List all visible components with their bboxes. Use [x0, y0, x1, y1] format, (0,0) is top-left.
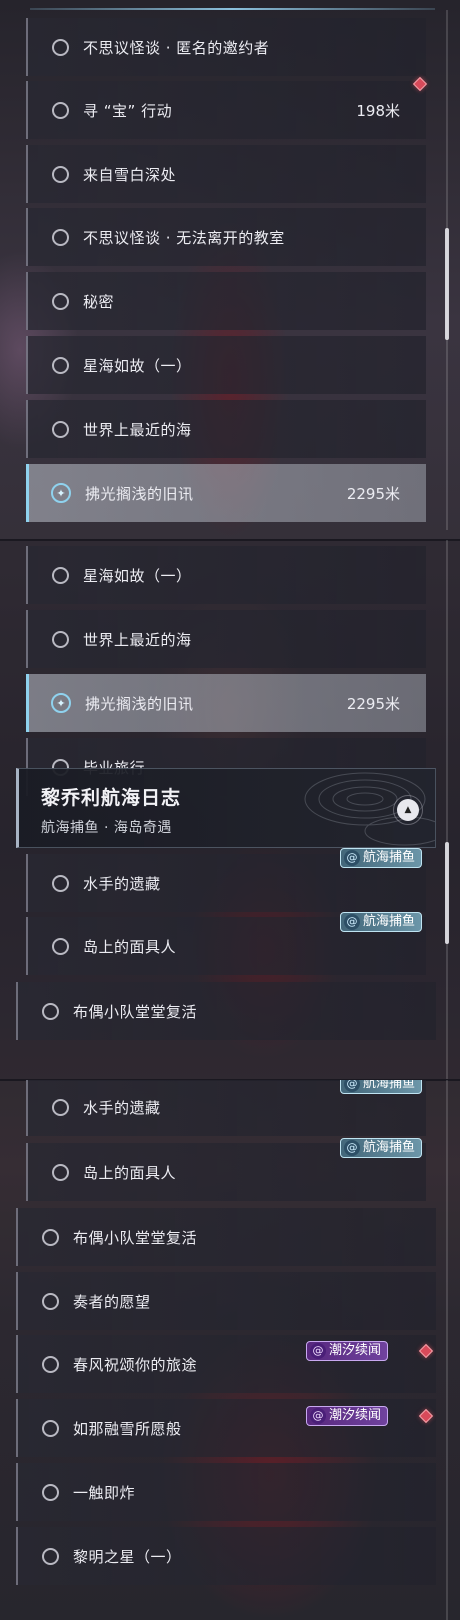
quest-label: 黎明之星（一）: [73, 1547, 182, 1566]
quest-item-old-news-selected[interactable]: ✦ 拂光搁浅的旧讯 2295米: [26, 674, 426, 732]
tide-swirl-icon: @: [310, 1408, 326, 1424]
tag-label: 航海捕鱼: [363, 850, 416, 865]
quest-item-nearest-sea[interactable]: 世界上最近的海: [26, 400, 426, 458]
radio-circle-icon: [52, 101, 69, 119]
quest-item-seek-treasure[interactable]: 寻 “宝” 行动 198米: [26, 81, 426, 139]
quest-label: 布偶小队堂堂复活: [73, 1228, 198, 1247]
quest-list-view-2: 星海如故（一） 世界上最近的海 ✦ 拂光搁浅的旧讯 2295米 毕业旅行 黎乔利…: [0, 540, 460, 1080]
quest-label: 不思议怪谈 · 无法离开的教室: [83, 228, 285, 247]
quest-label: 春风祝颂你的旅途: [73, 1355, 198, 1374]
quest-label: 寻 “宝” 行动: [83, 101, 173, 120]
quest-label: 如那融雪所愿般: [73, 1419, 182, 1438]
quest-item-inescapable-classroom[interactable]: 不思议怪谈 · 无法离开的教室: [26, 208, 426, 266]
compass-star-icon: ✦: [51, 693, 71, 713]
quest-label: 拂光搁浅的旧讯: [85, 484, 194, 503]
quest-item-doll-squad[interactable]: 布偶小队堂堂复活: [16, 1208, 436, 1266]
fishing-swirl-icon: @: [344, 1080, 360, 1092]
quest-item-anonymous-inviter[interactable]: 不思议怪谈 · 匿名的邀约者: [26, 18, 426, 76]
tide-tag: @ 潮汐续闻: [306, 1341, 389, 1361]
radio-circle-icon: [52, 165, 69, 183]
radio-circle-icon: [52, 38, 69, 56]
quest-item-old-news-selected[interactable]: ✦ 拂光搁浅的旧讯 2295米: [26, 464, 426, 522]
fishing-tag: @ 航海捕鱼: [340, 912, 423, 932]
category-header-liqiaoli-log[interactable]: 黎乔利航海日志 航海捕鱼 · 海岛奇遇 ▲: [16, 768, 436, 848]
radio-circle-icon: [52, 874, 69, 892]
quest-distance: 2295米: [346, 484, 400, 503]
quest-label: 世界上最近的海: [83, 420, 192, 439]
radio-circle-icon: [52, 420, 69, 438]
radio-circle-icon: [52, 566, 69, 584]
quest-label: 布偶小队堂堂复活: [73, 1002, 198, 1021]
quest-item-secret[interactable]: 秘密: [26, 272, 426, 330]
quest-distance: 2295米: [346, 694, 400, 713]
tide-tag: @ 潮汐续闻: [306, 1406, 389, 1426]
quest-list-view-3: @ 航海捕鱼 水手的遗藏 @ 航海捕鱼 岛上的面具人 布偶小队堂堂复活 奏者的愿…: [0, 1080, 460, 1620]
compass-star-icon: ✦: [51, 483, 71, 503]
quest-item-dawn-star[interactable]: 黎明之星（一）: [16, 1527, 436, 1585]
radio-circle-icon: [42, 1292, 59, 1310]
quest-label: 岛上的面具人: [83, 1163, 177, 1182]
quest-label: 星海如故（一）: [83, 356, 192, 375]
fishing-tag: @ 航海捕鱼: [340, 1080, 423, 1094]
tag-label: 航海捕鱼: [363, 1080, 416, 1091]
radio-circle-icon: [42, 1419, 59, 1437]
quest-item-sea-of-stars[interactable]: 星海如故（一）: [26, 546, 426, 604]
radio-circle-icon: [52, 228, 69, 246]
radio-circle-icon: [52, 937, 69, 955]
tag-label: 航海捕鱼: [363, 914, 416, 929]
quest-item-doll-squad[interactable]: 布偶小队堂堂复活: [16, 982, 436, 1040]
radio-circle-icon: [52, 630, 69, 648]
quest-label: 秘密: [83, 292, 115, 311]
radio-circle-icon: [42, 1355, 59, 1373]
tag-label: 航海捕鱼: [363, 1140, 416, 1155]
quest-label: 拂光搁浅的旧讯: [85, 694, 194, 713]
quest-label: 不思议怪谈 · 匿名的邀约者: [83, 38, 270, 57]
category-title: 黎乔利航海日志: [41, 787, 182, 809]
fishing-swirl-icon: @: [344, 1140, 360, 1156]
tag-label: 潮汐续闻: [329, 1343, 382, 1358]
scrollbar-thumb[interactable]: [445, 842, 449, 944]
tide-swirl-icon: @: [310, 1343, 326, 1359]
quest-item-one-touch[interactable]: 一触即炸: [16, 1463, 436, 1521]
quest-item-nearest-sea[interactable]: 世界上最近的海: [26, 610, 426, 668]
radio-circle-icon: [52, 1163, 69, 1181]
scrollbar-track[interactable]: [446, 1080, 448, 1620]
scrollbar-thumb[interactable]: [445, 228, 449, 340]
quest-item-from-snow[interactable]: 来自雪白深处: [26, 145, 426, 203]
chevron-up-icon[interactable]: ▲: [397, 799, 419, 821]
radio-circle-icon: [42, 1228, 59, 1246]
quest-label: 星海如故（一）: [83, 566, 192, 585]
radio-circle-icon: [42, 1547, 59, 1565]
list-top-divider: [30, 8, 435, 10]
radio-circle-icon: [52, 1098, 69, 1116]
radio-circle-icon: [52, 292, 69, 310]
quest-label: 岛上的面具人: [83, 937, 177, 956]
radio-circle-icon: [52, 356, 69, 374]
quest-label: 水手的遗藏: [83, 1098, 161, 1117]
quest-distance: 198米: [356, 101, 400, 120]
quest-label: 一触即炸: [73, 1483, 136, 1502]
tag-label: 潮汐续闻: [329, 1408, 382, 1423]
radio-circle-icon: [42, 1483, 59, 1501]
quest-item-player-wish[interactable]: 奏者的愿望: [16, 1272, 436, 1330]
fishing-swirl-icon: @: [344, 850, 360, 866]
fishing-tag: @ 航海捕鱼: [340, 1138, 423, 1158]
fishing-swirl-icon: @: [344, 914, 360, 930]
quest-list-view-1: 不思议怪谈 · 匿名的邀约者 寻 “宝” 行动 198米 来自雪白深处 不思议怪…: [0, 0, 460, 540]
quest-label: 水手的遗藏: [83, 874, 161, 893]
radio-circle-icon: [42, 1002, 59, 1020]
quest-label: 奏者的愿望: [73, 1292, 151, 1311]
quest-item-sea-of-stars[interactable]: 星海如故（一）: [26, 336, 426, 394]
fishing-tag: @ 航海捕鱼: [340, 848, 423, 868]
scrollbar-track[interactable]: [446, 540, 448, 1080]
category-subtitle: 航海捕鱼 · 海岛奇遇: [41, 820, 172, 836]
quest-label: 来自雪白深处: [83, 165, 177, 184]
quest-label: 世界上最近的海: [83, 630, 192, 649]
